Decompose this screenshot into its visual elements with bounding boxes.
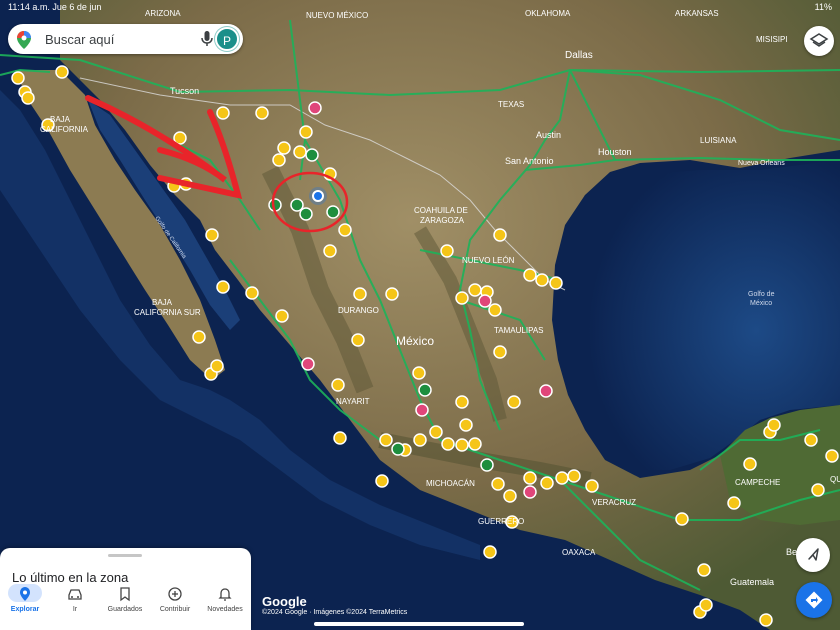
satellite-map[interactable]: ARIZONA NUEVO MÉXICO OKLAHOMA ARKANSAS M… <box>0 0 840 630</box>
label-guerrero: GUERRERO <box>478 517 524 526</box>
label-veracruz: VERACRUZ <box>592 498 636 507</box>
label-coahuila: COAHUILA DE ZARAGOZA <box>414 206 468 225</box>
bottom-tab-bar: Explorar Ir Guardados Contribuir Novedad… <box>0 580 251 630</box>
label-mexico: México <box>396 334 434 348</box>
my-location-button[interactable] <box>796 538 830 572</box>
location-pin-icon <box>20 587 30 601</box>
tab-label: Contribuir <box>159 606 191 613</box>
label-luisiana: LUISIANA <box>700 136 737 145</box>
label-misisipi: MISISIPI <box>756 35 788 44</box>
status-bar: 11:14 a.m. Jue 6 de jun 11% <box>0 0 840 14</box>
label-michoacan: MICHOACÁN <box>426 479 475 488</box>
google-maps-pin-icon <box>17 31 31 49</box>
label-tamaulipas: TAMAULIPAS <box>494 326 544 335</box>
tab-explorar[interactable]: Explorar <box>0 580 50 630</box>
google-watermark: Google <box>262 594 307 609</box>
tab-label: Ir <box>72 606 78 613</box>
label-tucson: Tucson <box>170 86 199 96</box>
directions-icon <box>805 591 823 609</box>
sheet-drag-handle[interactable] <box>108 554 142 557</box>
label-nueva-orleans: Nueva Orleans <box>738 160 785 167</box>
layers-button[interactable] <box>804 26 834 56</box>
search-bar[interactable]: Buscar aquí P <box>8 24 243 54</box>
layers-icon <box>809 33 829 47</box>
label-quintana: QUIN <box>830 475 840 484</box>
avatar[interactable]: P <box>215 27 239 51</box>
tab-guardados[interactable]: Guardados <box>100 580 150 630</box>
map-attribution[interactable]: ©2024 Google · Imágenes ©2024 TerraMetri… <box>262 609 407 616</box>
tab-novedades[interactable]: Novedades <box>200 580 250 630</box>
label-nuevo-leon: NUEVO LEÓN <box>462 256 515 265</box>
tab-label: Explorar <box>10 606 40 613</box>
label-nayarit: NAYARIT <box>336 397 370 406</box>
home-indicator[interactable] <box>314 622 524 626</box>
microphone-icon[interactable] <box>201 31 213 47</box>
car-icon <box>68 589 82 600</box>
tab-contribuir[interactable]: Contribuir <box>150 580 200 630</box>
navigation-arrow-icon <box>808 548 819 561</box>
add-circle-icon <box>168 587 182 601</box>
bottom-sheet[interactable]: Lo último en la zona Explorar Ir Guardad… <box>0 548 251 630</box>
label-guatemala: Guatemala <box>730 577 774 587</box>
bookmark-icon <box>120 587 130 602</box>
tab-label: Novedades <box>207 606 243 613</box>
status-battery: 11% <box>814 2 832 12</box>
tab-label: Guardados <box>107 606 143 613</box>
tab-ir[interactable]: Ir <box>50 580 100 630</box>
status-time: 11:14 a.m. Jue 6 de jun <box>8 2 102 12</box>
label-texas: TEXAS <box>498 100 524 109</box>
label-houston: Houston <box>598 147 632 157</box>
label-san-antonio: San Antonio <box>505 156 554 166</box>
label-campeche: CAMPECHE <box>735 478 780 487</box>
label-austin: Austin <box>536 130 561 140</box>
current-location-marker[interactable] <box>309 187 327 205</box>
label-dallas: Dallas <box>565 50 593 61</box>
search-placeholder[interactable]: Buscar aquí <box>45 32 114 47</box>
label-durango: DURANGO <box>338 306 379 315</box>
bell-icon <box>218 588 232 601</box>
label-oaxaca: OAXACA <box>562 548 596 557</box>
directions-button[interactable] <box>796 582 832 618</box>
